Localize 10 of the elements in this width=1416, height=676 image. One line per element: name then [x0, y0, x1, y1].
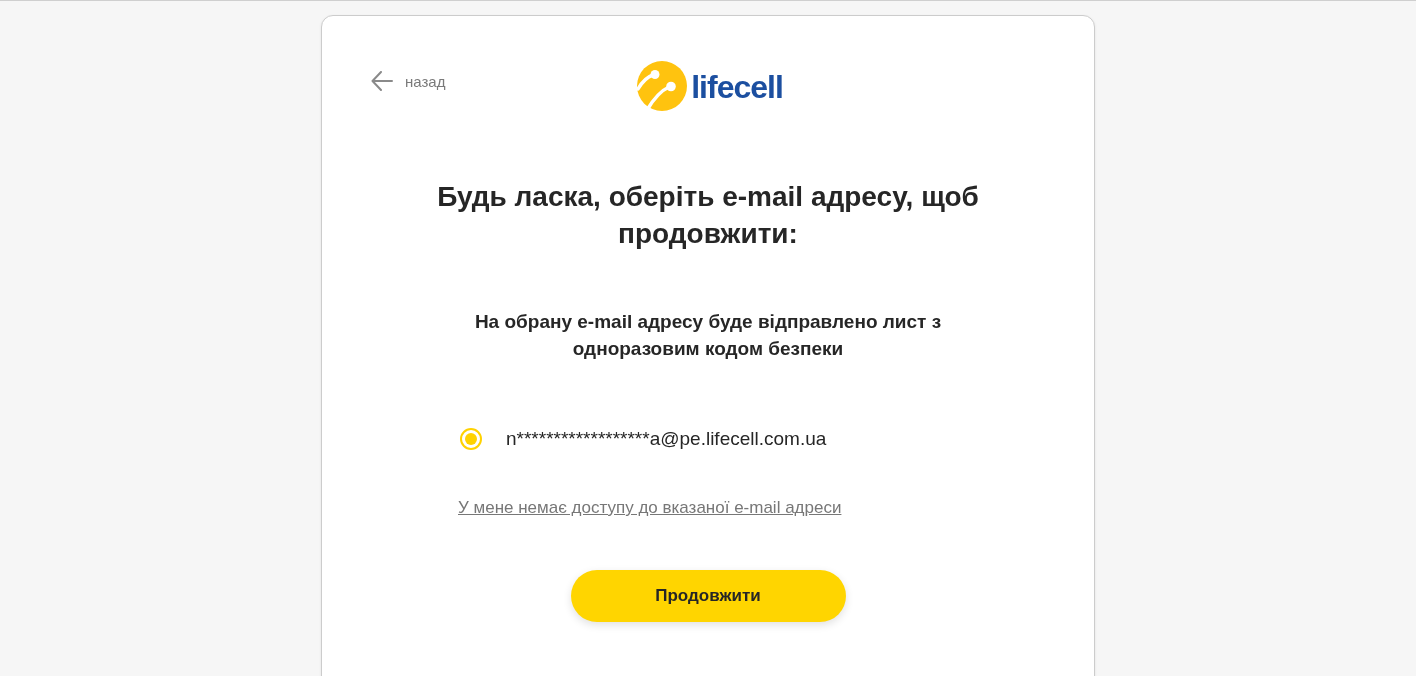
email-address[interactable]: n******************a@pe.lifecell.com.ua: [506, 428, 827, 450]
logo-icon: [636, 60, 689, 112]
logo-text: lifecell: [691, 71, 783, 103]
back-arrow-icon: [371, 71, 393, 91]
back-link[interactable]: назад: [371, 71, 446, 91]
page-title: Будь ласка, оберіть e-mail адресу, щоб продовжити:: [436, 180, 980, 251]
no-access-link[interactable]: У мене немає доступу до вказаної e-mail адреси: [458, 498, 842, 518]
subtitle-text: На обрану e-mail адресу буде відправлено лист з одноразовим кодом безпеки: [473, 310, 943, 361]
continue-button[interactable]: Продовжити: [570, 570, 846, 622]
radio-button[interactable]: [460, 428, 482, 450]
